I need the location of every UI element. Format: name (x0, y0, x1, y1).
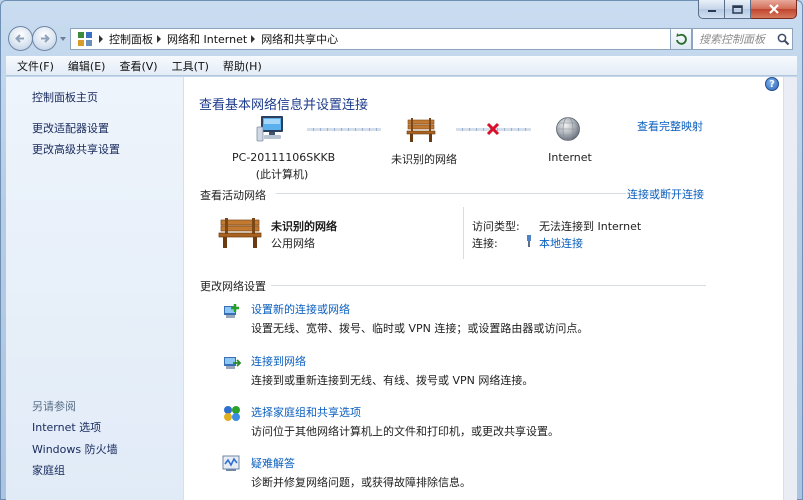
breadcrumb-network-sharing-center[interactable]: 网络和共享中心 (261, 31, 338, 47)
change-settings-heading: 更改网络设置 (200, 280, 266, 293)
ethernet-icon (524, 234, 534, 251)
active-network-name: 未识别的网络 (271, 220, 337, 233)
sidebar-change-adapter-settings[interactable]: 更改适配器设置 (32, 120, 109, 136)
minimize-button[interactable] (698, 0, 725, 19)
menu-file[interactable]: 文件(F) (10, 58, 61, 74)
forward-arrow-icon (41, 34, 50, 43)
access-type-value: 无法连接到 Internet (539, 220, 642, 233)
globe-icon[interactable] (555, 116, 581, 145)
sidebar-windows-firewall[interactable]: Windows 防火墙 (32, 441, 118, 457)
back-arrow-icon (15, 34, 24, 43)
see-also-heading: 另请参阅 (32, 400, 76, 413)
maximize-button[interactable] (725, 0, 751, 19)
breadcrumb-network-internet[interactable]: 网络和 Internet (167, 31, 247, 47)
map-internet-label: Internet (548, 151, 592, 164)
homegroup-link[interactable]: 选择家庭组和共享选项 (251, 404, 361, 420)
vertical-divider (463, 207, 464, 259)
active-network-type[interactable]: 公用网络 (271, 235, 315, 251)
map-connection-line (307, 128, 381, 131)
new-connection-icon[interactable] (222, 303, 242, 324)
caption-buttons (698, 0, 797, 19)
control-panel-icon (75, 29, 95, 49)
map-network-name: 未识别的网络 (391, 153, 457, 166)
search-box[interactable]: 搜索控制面板 (692, 28, 793, 50)
search-input[interactable]: 搜索控制面板 (699, 31, 774, 47)
sidebar-change-advanced-sharing[interactable]: 更改高级共享设置 (32, 141, 120, 157)
setup-connection-desc: 设置无线、宽带、拨号、临时或 VPN 连接；或设置路由器或访问点。 (251, 322, 589, 335)
refresh-icon (676, 33, 687, 45)
troubleshoot-link[interactable]: 疑难解答 (251, 455, 295, 471)
refresh-button[interactable] (670, 28, 692, 50)
homegroup-desc: 访问位于其他网络计算机上的文件和打印机，或更改共享设置。 (251, 425, 559, 438)
menu-tools[interactable]: 工具(T) (165, 58, 216, 74)
connect-network-link[interactable]: 连接到网络 (251, 353, 306, 369)
breadcrumb-separator[interactable] (251, 35, 256, 43)
recent-pages-dropdown[interactable] (60, 37, 66, 41)
minimize-icon (707, 10, 716, 12)
active-network-bench-icon (218, 215, 262, 254)
vertical-scrollbar[interactable] (783, 77, 797, 500)
close-icon (768, 4, 779, 14)
back-button[interactable] (8, 26, 33, 51)
page-title: 查看基本网络信息并设置连接 (199, 98, 369, 113)
menu-view[interactable]: 查看(V) (112, 58, 164, 74)
menu-edit[interactable]: 编辑(E) (61, 58, 113, 74)
connect-or-disconnect-link[interactable]: 连接或断开连接 (627, 186, 704, 202)
breadcrumb-separator[interactable] (157, 35, 161, 43)
setup-connection-link[interactable]: 设置新的连接或网络 (251, 301, 350, 317)
no-connection-icon (485, 121, 501, 140)
divider (276, 193, 626, 194)
address-bar[interactable]: 控制面板 网络和 Internet 网络和共享中心 (70, 28, 692, 50)
menu-bar: 文件(F) 编辑(E) 查看(V) 工具(T) 帮助(H) (6, 56, 797, 76)
content-area: 控制面板主页 更改适配器设置 更改高级共享设置 另请参阅 Internet 选项… (6, 77, 783, 500)
troubleshoot-icon[interactable] (222, 454, 242, 475)
sidebar: 控制面板主页 更改适配器设置 更改高级共享设置 另请参阅 Internet 选项… (6, 77, 184, 500)
main-panel: ? 查看基本网络信息并设置连接 查看完整映射 PC-20111106SKKB (… (184, 77, 783, 500)
menu-help[interactable]: 帮助(H) (216, 58, 269, 74)
help-icon[interactable]: ? (765, 77, 779, 91)
maximize-icon (732, 4, 743, 14)
breadcrumb-separator[interactable] (99, 35, 103, 43)
bench-network-icon[interactable] (406, 115, 436, 148)
breadcrumb-control-panel[interactable]: 控制面板 (109, 31, 153, 47)
connection-label: 连接: (472, 237, 498, 250)
computer-icon[interactable] (256, 114, 286, 147)
connect-network-icon[interactable] (222, 354, 242, 375)
close-button[interactable] (751, 0, 797, 19)
computer-subtitle: (此计算机) (255, 168, 309, 181)
troubleshoot-desc: 诊断并修复网络问题，或获得故障排除信息。 (251, 476, 471, 489)
sidebar-internet-options[interactable]: Internet 选项 (32, 419, 101, 435)
homegroup-icon[interactable] (222, 404, 242, 425)
local-connection-link[interactable]: 本地连接 (539, 235, 583, 251)
search-icon[interactable] (774, 30, 792, 48)
divider (271, 285, 706, 286)
active-networks-heading: 查看活动网络 (200, 189, 266, 202)
access-type-label: 访问类型: (472, 220, 520, 233)
connect-network-desc: 连接到或重新连接到无线、有线、拨号或 VPN 网络连接。 (251, 374, 534, 387)
computer-name: PC-20111106SKKB (232, 151, 336, 164)
navigation-row: 控制面板 网络和 Internet 网络和共享中心 搜索控制面板 (8, 24, 795, 54)
sidebar-control-panel-home[interactable]: 控制面板主页 (32, 89, 98, 105)
forward-button[interactable] (32, 26, 57, 51)
view-full-map-link[interactable]: 查看完整映射 (637, 118, 703, 134)
sidebar-homegroup[interactable]: 家庭组 (32, 462, 65, 478)
